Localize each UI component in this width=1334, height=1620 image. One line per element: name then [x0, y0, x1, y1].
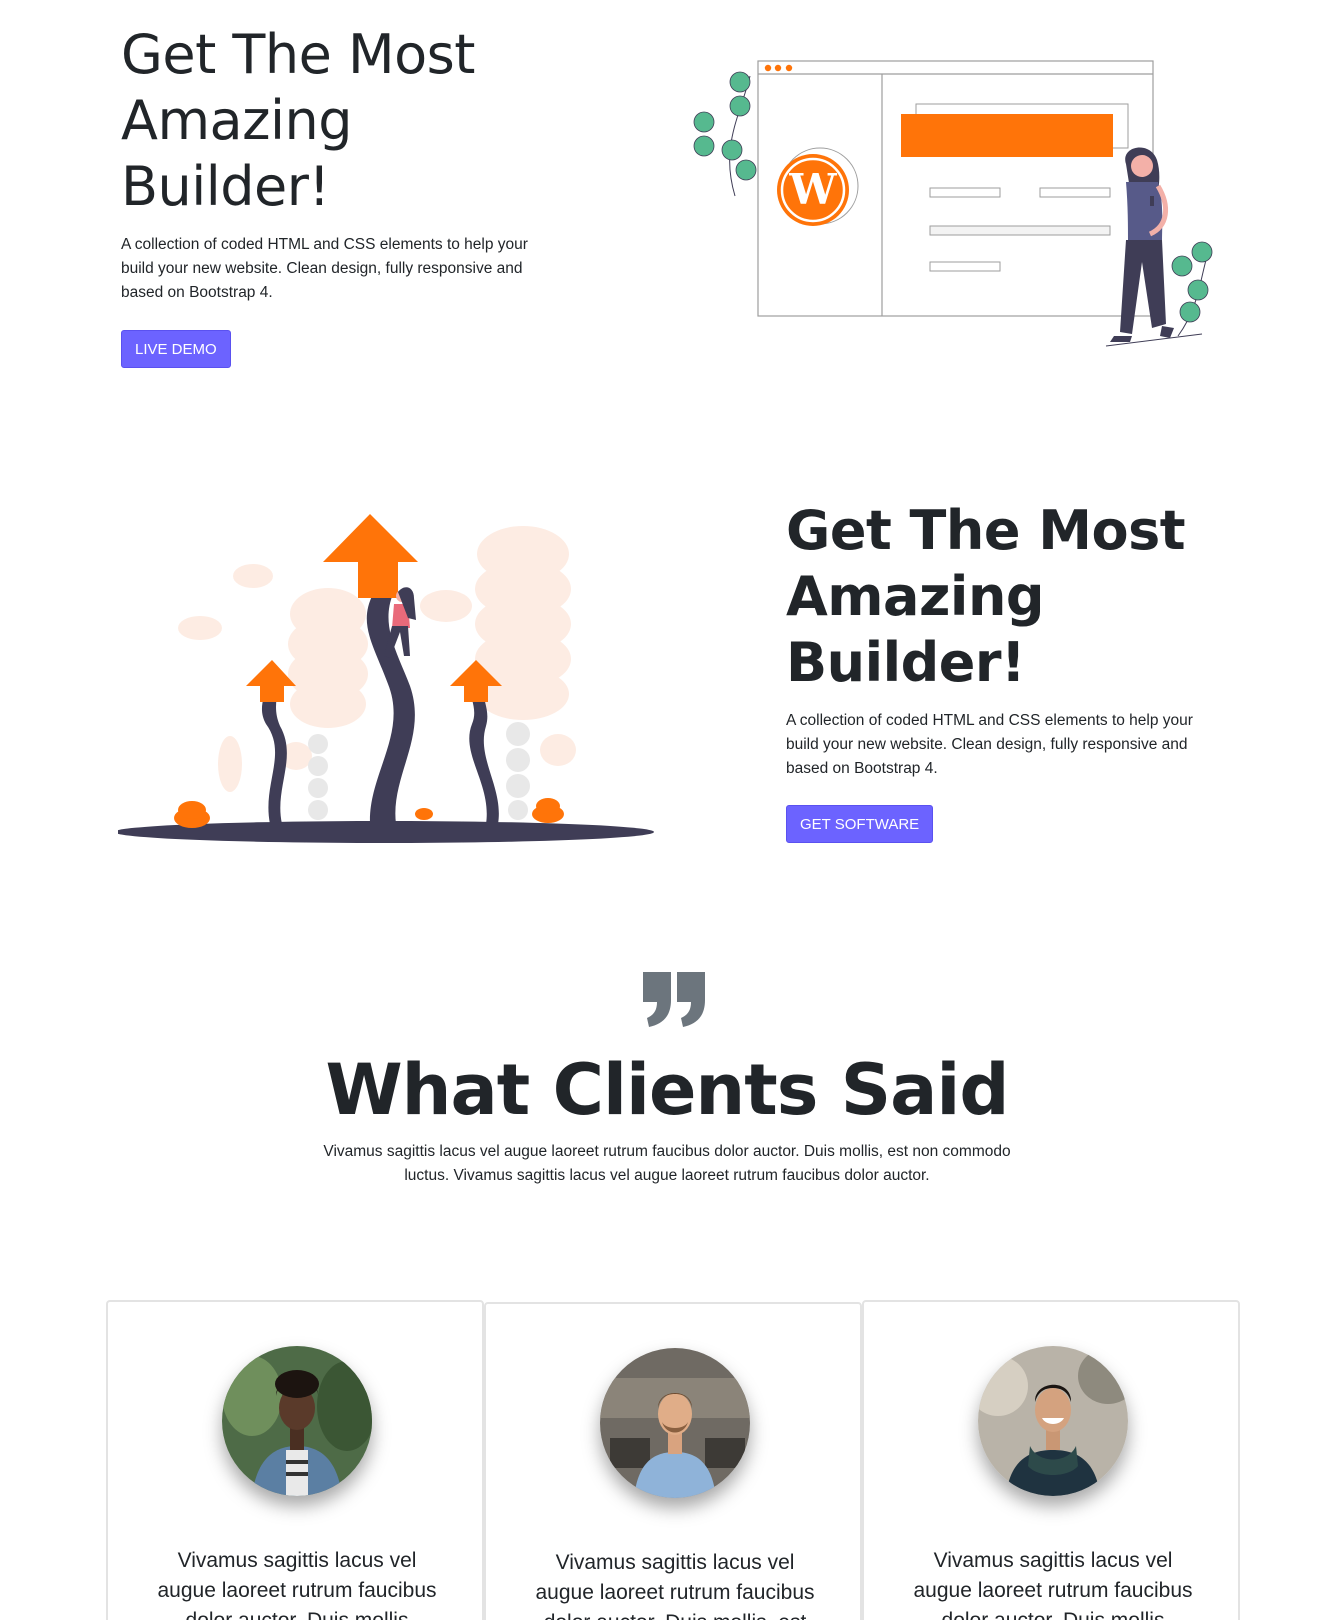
testimonial-card: Vivamus sagittis lacus vel augue laoreet…	[862, 1300, 1240, 1620]
avatar	[222, 1346, 372, 1496]
feature-text-block: Get The Most Amazing Builder! A collecti…	[786, 498, 1226, 781]
feature-description: A collection of coded HTML and CSS eleme…	[786, 712, 1193, 777]
get-software-button[interactable]: GET SOFTWARE	[786, 805, 934, 843]
feature-title: Get The Most Amazing Builder!	[786, 499, 1186, 694]
testimonial-quote: Vivamus sagittis lacus vel augue laoreet…	[913, 1549, 1193, 1620]
testimonial-quote: Vivamus sagittis lacus vel augue laoreet…	[535, 1551, 815, 1620]
testimonial-quote: Vivamus sagittis lacus vel augue laoreet…	[157, 1549, 437, 1620]
live-demo-button[interactable]: LIVE DEMO	[121, 330, 231, 368]
testimonials-title: What Clients Said	[325, 1049, 1009, 1131]
right-arrow-icon	[450, 660, 502, 824]
left-arrow-icon	[246, 660, 296, 824]
plant-right-icon	[1171, 241, 1213, 337]
avatar	[978, 1346, 1128, 1496]
hero-text-block: Get The Most Amazing Builder! A collecti…	[121, 22, 561, 305]
hero-description: A collection of coded HTML and CSS eleme…	[121, 236, 528, 301]
testimonial-card: Vivamus sagittis lacus vel augue laoreet…	[106, 1300, 484, 1620]
avatar	[600, 1348, 750, 1498]
testimonials-description: Vivamus sagittis lacus vel augue laoreet…	[323, 1143, 1011, 1184]
quote-icon	[643, 972, 705, 1027]
hero-title: Get The Most Amazing Builder!	[121, 23, 475, 218]
growth-arrows-illustration	[118, 514, 654, 843]
plant-left-icon	[693, 71, 757, 197]
testimonial-card: Vivamus sagittis lacus vel augue laoreet…	[484, 1302, 862, 1620]
website-builder-illustration: W	[693, 60, 1213, 347]
svg-text:W: W	[788, 165, 837, 214]
